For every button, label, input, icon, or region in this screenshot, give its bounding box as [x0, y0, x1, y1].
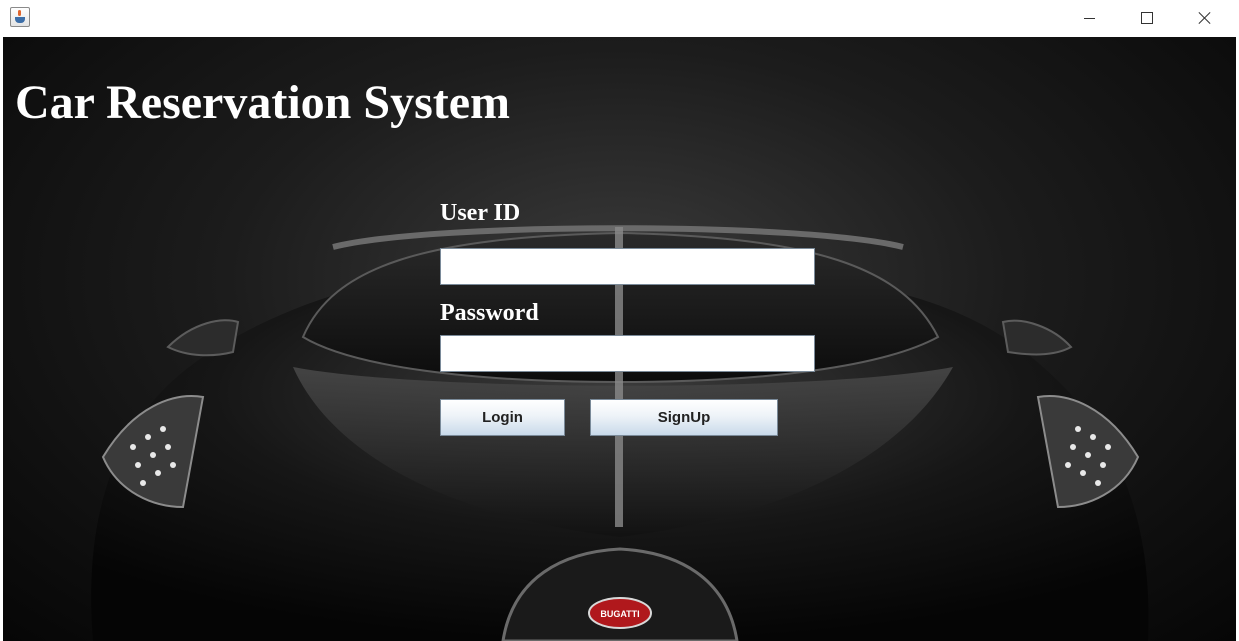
user-id-label: User ID: [440, 200, 521, 226]
password-input[interactable]: [440, 335, 815, 372]
maximize-button[interactable]: [1118, 0, 1176, 36]
java-cup-icon[interactable]: [10, 7, 30, 27]
login-panel: BUGATTI Car Reservation System User ID P…: [3, 37, 1236, 641]
close-button[interactable]: [1176, 0, 1234, 36]
signup-button[interactable]: SignUp: [590, 399, 778, 436]
minimize-icon: [1083, 17, 1095, 19]
user-id-input[interactable]: [440, 248, 815, 285]
password-label: Password: [440, 300, 539, 326]
title-bar[interactable]: [0, 0, 1239, 37]
minimize-button[interactable]: [1060, 0, 1118, 36]
close-icon: [1198, 11, 1212, 25]
app-window: BUGATTI Car Reservation System User ID P…: [0, 0, 1239, 641]
car-badge-logo: BUGATTI: [600, 609, 639, 619]
login-button[interactable]: Login: [440, 399, 565, 436]
maximize-icon: [1141, 12, 1153, 24]
app-title: Car Reservation System: [15, 76, 511, 129]
